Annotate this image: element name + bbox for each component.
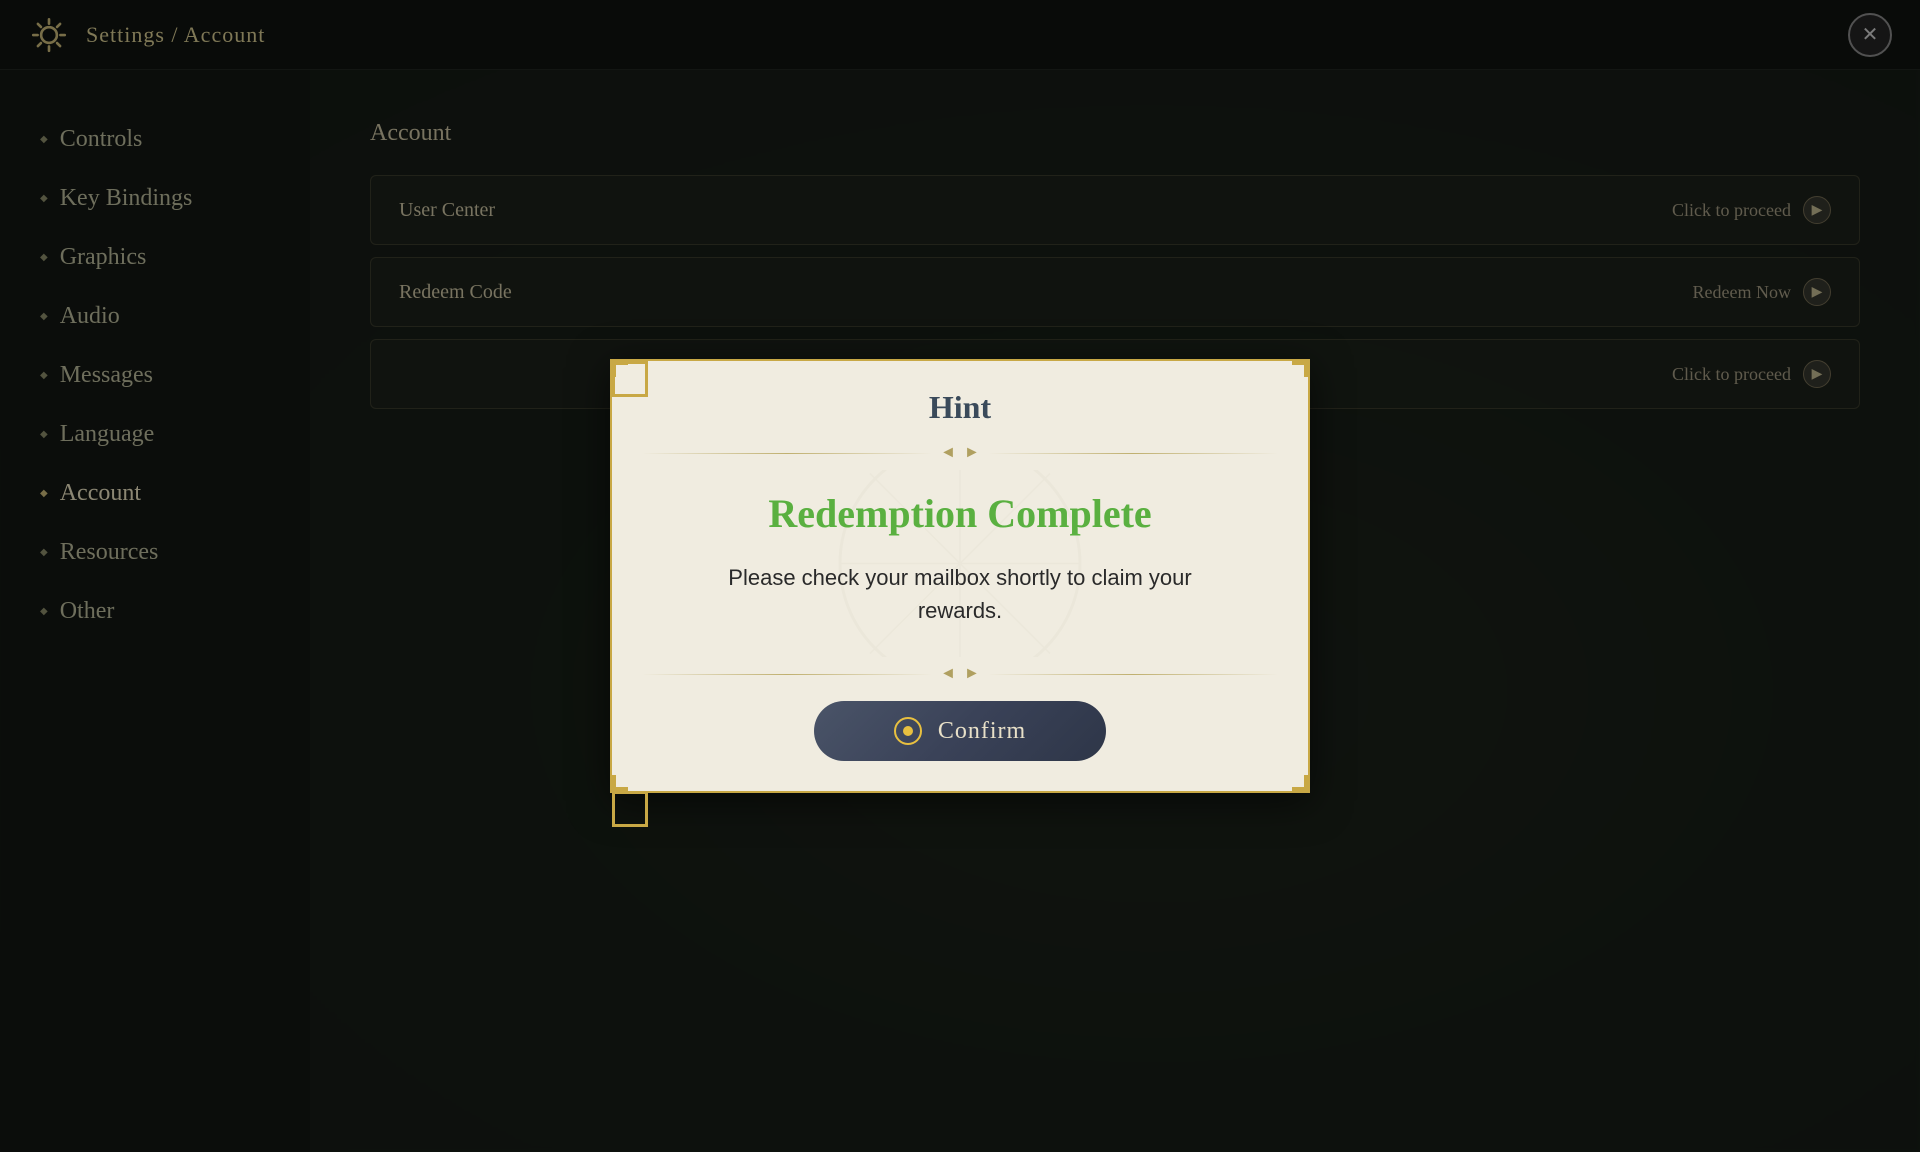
divider-line-right bbox=[988, 453, 1278, 454]
redemption-message-line1: Please check your mailbox shortly to cla… bbox=[728, 565, 1191, 590]
redemption-message: Please check your mailbox shortly to cla… bbox=[728, 561, 1191, 627]
modal-footer: Confirm bbox=[612, 691, 1308, 791]
divider-arrow-left: ◄ bbox=[940, 444, 956, 462]
modal-title: Hint bbox=[652, 389, 1268, 426]
divider-line-left bbox=[642, 453, 932, 454]
divider-arrow-right: ► bbox=[964, 665, 980, 683]
divider-line-left bbox=[642, 674, 932, 675]
corner-decoration-br bbox=[1274, 757, 1310, 793]
modal-bottom-divider: ◄ ► bbox=[612, 657, 1308, 691]
divider-line-right bbox=[988, 674, 1278, 675]
redemption-title: Redemption Complete bbox=[768, 490, 1151, 537]
modal-header: Hint bbox=[612, 361, 1308, 436]
confirm-icon bbox=[894, 717, 922, 745]
modal-top-divider: ◄ ► bbox=[612, 436, 1308, 470]
confirm-label: Confirm bbox=[938, 718, 1026, 745]
divider-arrow-right: ► bbox=[964, 444, 980, 462]
modal-dialog: Hint ◄ ► Redemption Complete Please chec… bbox=[610, 359, 1310, 793]
modal-body: Redemption Complete Please check your ma… bbox=[612, 470, 1308, 657]
confirm-button[interactable]: Confirm bbox=[814, 701, 1106, 761]
divider-arrow-left: ◄ bbox=[940, 665, 956, 683]
redemption-message-line2: rewards. bbox=[918, 598, 1002, 623]
confirm-icon-inner bbox=[903, 726, 913, 736]
corner-decoration-bl bbox=[610, 757, 646, 793]
